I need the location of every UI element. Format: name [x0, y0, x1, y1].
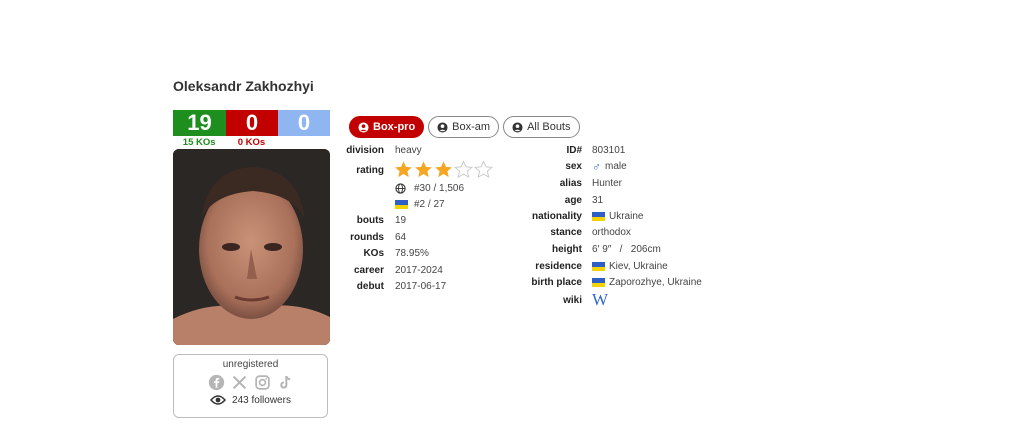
stance-label: stance — [550, 227, 582, 238]
ko-row: 15 KOs 0 KOs — [173, 137, 330, 148]
boxer-portrait — [173, 149, 330, 345]
birth-place-label: birth place — [531, 277, 582, 288]
ukraine-flag-icon — [592, 278, 605, 287]
x-icon[interactable] — [231, 374, 248, 391]
eye-icon — [210, 395, 227, 405]
rating-stars — [394, 160, 493, 179]
age-label: age — [564, 195, 582, 206]
rounds-label: rounds — [350, 232, 384, 243]
birth-place-row: Zaporozhye, Ukraine — [592, 277, 702, 288]
sex-value: male — [605, 161, 627, 172]
sex-label: sex — [565, 161, 582, 172]
draws-ko-empty — [278, 137, 330, 148]
ukraine-flag-icon — [592, 212, 605, 221]
id-value: 803101 — [592, 145, 626, 156]
debut-value[interactable]: 2017-06-17 — [395, 281, 446, 292]
wins-count: 19 — [173, 110, 226, 136]
kos-label: KOs — [363, 248, 384, 259]
birth-place-value: Zaporozhye, Ukraine — [609, 277, 702, 288]
kos-value: 78.95% — [395, 248, 429, 259]
wins-ko: 15 KOs — [182, 137, 216, 148]
residence-label: residence — [535, 261, 582, 272]
tab-all-bouts-label: All Bouts — [527, 121, 571, 133]
alias-value: Hunter — [592, 178, 623, 189]
record-boxes: 19 0 0 — [173, 110, 330, 136]
user-icon — [437, 121, 448, 133]
star-filled-icon — [415, 161, 432, 178]
career-label: career — [353, 265, 384, 276]
tiktok-icon[interactable] — [277, 374, 294, 391]
losses-ko: 0 KOs — [237, 137, 266, 148]
stance-value: orthodox — [592, 227, 631, 238]
residence-value: Kiev, Ukraine — [609, 261, 668, 272]
wikipedia-icon[interactable]: W — [592, 290, 608, 310]
career-value: 2017-2024 — [395, 265, 443, 276]
user-icon — [512, 121, 523, 133]
wiki-link[interactable]: W — [592, 290, 608, 310]
bouts-value: 19 — [395, 215, 407, 226]
tab-all-bouts[interactable]: All Bouts — [503, 116, 580, 138]
sex-row: ♂ male — [592, 159, 627, 174]
boxer-photo — [173, 149, 330, 345]
world-rank-row: #30 / 1,506 — [395, 183, 464, 194]
facebook-icon[interactable] — [208, 374, 225, 391]
rounds-value: 64 — [395, 232, 407, 243]
losses-count: 0 — [226, 110, 278, 136]
instagram-icon[interactable] — [254, 374, 271, 391]
id-label: ID# — [566, 145, 582, 156]
world-rank[interactable]: #30 / 1,506 — [414, 183, 464, 194]
star-filled-icon — [395, 161, 412, 178]
boxer-name: Oleksandr Zakhozhyi — [173, 78, 314, 94]
followers-row: 243 followers — [174, 394, 327, 406]
nationality-label: nationality — [531, 211, 582, 222]
division-label: division — [346, 145, 384, 156]
bouts-label: bouts — [356, 215, 384, 226]
wiki-label: wiki — [563, 295, 582, 306]
registration-status: unregistered — [222, 359, 279, 370]
tab-box-pro[interactable]: Box-pro — [349, 116, 425, 138]
globe-icon — [395, 183, 406, 194]
star-empty-icon — [454, 160, 473, 179]
star-empty-icon — [474, 160, 493, 179]
tab-box-am-label: Box-am — [452, 121, 491, 133]
height-label: height — [552, 244, 582, 255]
rating-label: rating — [356, 165, 384, 176]
bout-tabs: Box-pro Box-am All Bouts — [349, 116, 580, 138]
division-value: heavy — [395, 145, 422, 156]
tab-box-am[interactable]: Box-am — [428, 116, 500, 138]
user-icon — [358, 121, 369, 133]
nationality-row: Ukraine — [592, 211, 643, 222]
ukraine-flag-icon — [592, 262, 605, 271]
draws-count: 0 — [278, 110, 330, 136]
tab-box-pro-label: Box-pro — [373, 121, 416, 133]
country-rank[interactable]: #2 / 27 — [414, 199, 445, 210]
debut-label: debut — [356, 281, 384, 292]
star-filled-icon — [435, 161, 452, 178]
male-icon: ♂ — [592, 159, 601, 174]
social-card: unregistered 243 followers — [173, 354, 328, 418]
country-rank-row: #2 / 27 — [395, 199, 445, 210]
followers-count: 243 followers — [232, 394, 291, 406]
residence-row: Kiev, Ukraine — [592, 261, 668, 272]
age-value: 31 — [592, 195, 604, 206]
ukraine-flag-icon — [395, 200, 408, 209]
alias-label: alias — [559, 178, 582, 189]
height-value: 6′ 9″ / 206cm — [592, 244, 661, 255]
nationality-value: Ukraine — [609, 211, 644, 222]
social-icons — [174, 374, 327, 391]
